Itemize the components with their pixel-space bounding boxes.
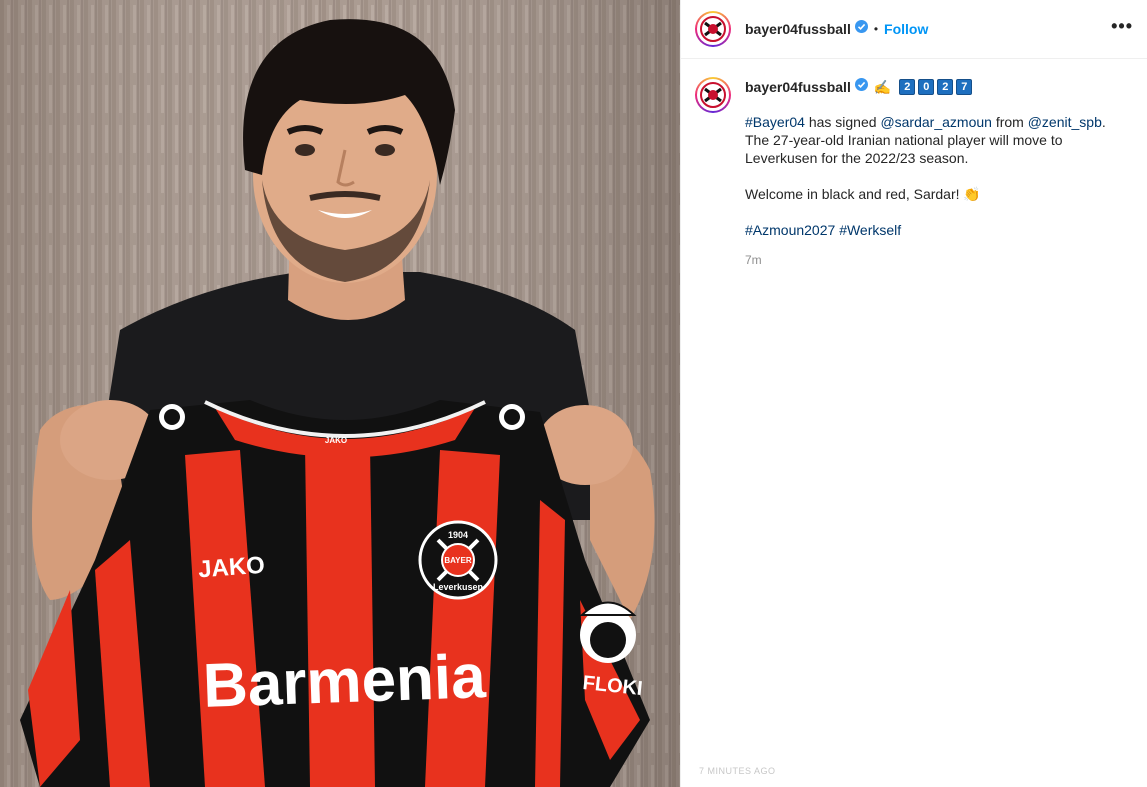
crest-top: BAYER xyxy=(444,556,471,565)
caption-paragraph-1: #Bayer04 has signed @sardar_azmoun from … xyxy=(745,113,1129,167)
hashtag-link[interactable]: #Azmoun2027 xyxy=(745,222,835,238)
hashtag-link[interactable]: #Bayer04 xyxy=(745,114,805,130)
faded-timestamp: 7 MINUTES AGO xyxy=(699,766,776,776)
post-timestamp[interactable]: 7m xyxy=(745,253,1129,267)
post-photo[interactable]: 1904 BAYER Leverkusen JAKO JAKO Barmenia… xyxy=(0,0,680,787)
separator-dot: • xyxy=(873,22,879,36)
post-side-panel: bayer04fussball • Follow ••• bayer04fuss… xyxy=(680,0,1147,787)
caption-paragraph-2: Welcome in black and red, Sardar! 👏 xyxy=(745,185,1129,203)
keycap-digit: 2 xyxy=(937,79,954,95)
keycap-digit: 7 xyxy=(956,79,973,95)
player-photo: 1904 BAYER Leverkusen JAKO JAKO Barmenia… xyxy=(0,0,680,787)
jersey-brand: JAKO xyxy=(197,552,265,584)
caption-text: #Bayer04 has signed @sardar_azmoun from … xyxy=(745,113,1129,239)
jersey-sponsor: Barmenia xyxy=(202,642,487,721)
hashtag-link[interactable]: #Werkself xyxy=(839,222,901,238)
bayer-logo-icon xyxy=(697,13,729,45)
mention-link[interactable]: @zenit_spb xyxy=(1028,114,1102,130)
caption: bayer04fussball ✍️ 2 0 2 7 #Bayer04 has … xyxy=(681,59,1147,267)
post-viewer: 1904 BAYER Leverkusen JAKO JAKO Barmenia… xyxy=(0,0,1147,787)
keycap-digit: 2 xyxy=(899,79,916,95)
crest-year: 1904 xyxy=(448,530,468,540)
caption-text-fragment: has signed xyxy=(804,114,881,130)
bayer-logo-icon xyxy=(697,79,729,111)
post-username[interactable]: bayer04fussball xyxy=(745,21,851,37)
avatar[interactable] xyxy=(695,11,731,47)
sleeve-logo xyxy=(579,601,637,663)
verified-badge-icon xyxy=(854,20,868,38)
caption-body: bayer04fussball ✍️ 2 0 2 7 #Bayer04 has … xyxy=(745,77,1129,267)
follow-button[interactable]: Follow xyxy=(884,21,928,37)
more-options-icon[interactable]: ••• xyxy=(1111,16,1133,43)
keycap-digit: 0 xyxy=(918,79,935,95)
clapping-emoji: 👏 xyxy=(963,186,981,202)
caption-hashtags: #Azmoun2027 #Werkself xyxy=(745,221,1129,239)
verified-badge-icon xyxy=(854,78,868,96)
crest-bottom: Leverkusen xyxy=(433,582,483,592)
caption-text-fragment: Welcome in black and red, Sardar! xyxy=(745,186,964,202)
caption-avatar[interactable] xyxy=(695,77,731,113)
collar-brand: JAKO xyxy=(325,436,347,445)
caption-header: bayer04fussball ✍️ 2 0 2 7 xyxy=(745,77,1129,97)
caption-text-fragment: from xyxy=(991,114,1028,130)
mention-link[interactable]: @sardar_azmoun xyxy=(880,114,992,130)
post-header: bayer04fussball • Follow ••• xyxy=(681,0,1147,59)
writing-hand-emoji: ✍️ xyxy=(873,78,892,95)
caption-username[interactable]: bayer04fussball xyxy=(745,79,851,95)
